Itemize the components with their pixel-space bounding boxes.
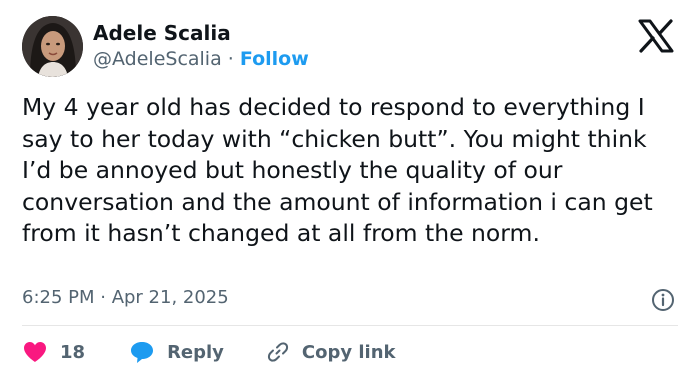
- timestamp-link[interactable]: 6:25 PM · Apr 21, 2025: [22, 287, 229, 308]
- copy-link-button[interactable]: Copy link: [254, 340, 396, 364]
- link-icon: [266, 340, 290, 364]
- like-count: 18: [60, 341, 86, 363]
- info-icon[interactable]: [651, 288, 675, 312]
- meta-separator: ·: [227, 48, 234, 70]
- copy-link-label: Copy link: [301, 341, 396, 363]
- heart-icon: [22, 340, 48, 364]
- tweet-timestamp: 6:25 PM · Apr 21, 2025: [22, 287, 229, 308]
- tweet-card: Adele Scalia @AdeleScalia · Follow My 4 …: [0, 0, 700, 379]
- reply-bubble-icon: [129, 340, 155, 364]
- avatar[interactable]: [22, 16, 83, 77]
- tweet-text: My 4 year old has decided to respond to …: [22, 93, 653, 247]
- reply-button[interactable]: Reply: [117, 340, 224, 364]
- x-logo-icon[interactable]: [636, 18, 676, 54]
- divider: [22, 325, 678, 326]
- reply-label: Reply: [167, 341, 224, 363]
- author-name[interactable]: Adele Scalia: [93, 21, 231, 45]
- action-bar: 18 Reply Copy link: [22, 338, 396, 366]
- like-button[interactable]: 18: [22, 340, 85, 364]
- author-handle[interactable]: @AdeleScalia: [93, 48, 222, 70]
- follow-button[interactable]: Follow: [240, 48, 309, 70]
- author-meta: @AdeleScalia · Follow: [93, 48, 309, 70]
